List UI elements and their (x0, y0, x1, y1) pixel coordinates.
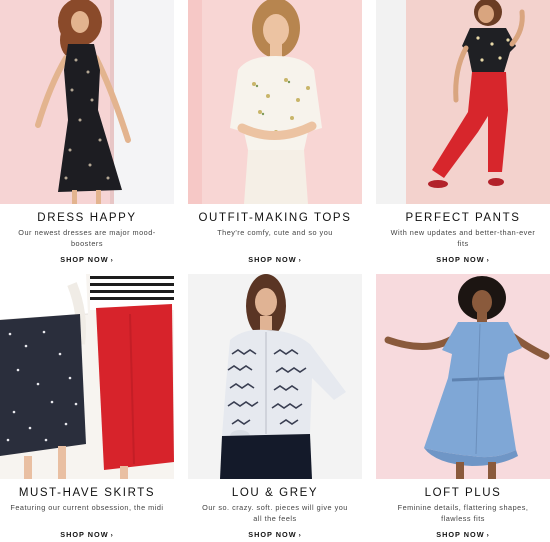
outfit-making-tops-photo[interactable] (188, 0, 362, 204)
shop-now-label[interactable]: SHOP NOW (248, 255, 296, 264)
category-tile-dress-happy[interactable]: DRESS HAPPY Our newest dresses are major… (0, 0, 174, 267)
perfect-pants-photo[interactable] (376, 0, 550, 204)
dress-happy-photo[interactable] (0, 0, 174, 204)
tile-title[interactable]: DRESS HAPPY (0, 210, 174, 226)
tile-description: Feminine details, flattering shapes, fla… (397, 503, 529, 523)
category-tile-lou-and-grey[interactable]: LOU & GREY Our so. crazy. soft. pieces w… (188, 274, 362, 542)
chevron-right-icon: › (298, 257, 302, 264)
chevron-right-icon: › (486, 257, 490, 264)
must-have-skirts-photo[interactable] (0, 274, 174, 479)
shop-now-label[interactable]: SHOP NOW (436, 255, 484, 264)
loft-plus-photo[interactable] (376, 274, 550, 479)
tile-description: Our so. crazy. soft. pieces will give yo… (202, 503, 348, 523)
shop-now-label[interactable]: SHOP NOW (60, 255, 108, 264)
tile-title[interactable]: LOFT PLUS (376, 485, 550, 501)
tile-description: With new updates and better-than-ever fi… (390, 228, 536, 248)
chevron-right-icon: › (110, 257, 114, 264)
lou-and-grey-photo[interactable] (188, 274, 362, 479)
shop-now-link[interactable]: SHOP NOW › (60, 255, 114, 264)
tile-title[interactable]: PERFECT PANTS (376, 210, 550, 226)
category-tile-must-have-skirts[interactable]: MUST-HAVE SKIRTS Featuring our current o… (0, 274, 174, 542)
category-tile-loft-plus[interactable]: LOFT PLUS Feminine details, flattering s… (376, 274, 550, 542)
tile-title[interactable]: MUST-HAVE SKIRTS (0, 485, 174, 501)
tile-title[interactable]: LOU & GREY (188, 485, 362, 501)
tile-description: Featuring our current obsession, the mid… (10, 503, 164, 512)
shop-now-link[interactable]: SHOP NOW › (436, 255, 490, 264)
category-grid: DRESS HAPPY Our newest dresses are major… (0, 0, 550, 539)
tile-description: Our newest dresses are major mood-booste… (18, 228, 156, 248)
category-tile-perfect-pants[interactable]: PERFECT PANTS With new updates and bette… (376, 0, 550, 267)
tile-description: They're comfy, cute and so you (217, 228, 333, 237)
category-tile-outfit-making-tops[interactable]: OUTFIT-MAKING TOPS They're comfy, cute a… (188, 0, 362, 267)
shop-now-link[interactable]: SHOP NOW › (248, 255, 302, 264)
tile-title[interactable]: OUTFIT-MAKING TOPS (188, 210, 362, 226)
